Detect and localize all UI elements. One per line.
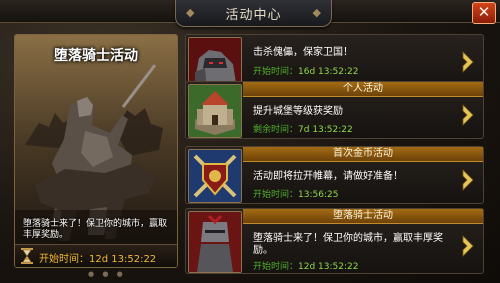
hourglass-icon <box>21 248 33 264</box>
event-text: 堕落骑士来了！保卫你的城市，赢取丰厚奖励。 <box>253 233 443 256</box>
close-button[interactable]: ✕ <box>472 2 496 24</box>
castle-thumbnail <box>188 84 242 138</box>
event-time: 开始时间：12d 13:52:22 <box>253 259 358 272</box>
event-text: 提升城堡等级获奖励 <box>253 106 343 117</box>
event-header: 堕落骑士活动 <box>243 209 483 224</box>
event-header: 首次金币活动 <box>243 147 483 162</box>
event-time-label: 开始时间： <box>253 262 299 272</box>
event-text: 活动即将拉开帷幕，请做好准备！ <box>253 171 403 182</box>
event-time-value: 13:56:25 <box>298 190 339 200</box>
event-text: 击杀傀儡，保家卫国！ <box>253 47 353 58</box>
featured-event-description: 堕落骑士来了！保卫你的城市，赢取丰厚奖励。 <box>23 219 168 240</box>
event-time: 剩余时间：7d 13:52:22 <box>253 122 353 135</box>
title-ornament-right-icon: ◆ <box>312 6 321 19</box>
featured-event-panel[interactable]: 堕落骑士活动 堕落骑士来了！保卫你的城市，赢取丰厚奖励。 开始时间：12d 13… <box>14 34 178 268</box>
event-item-personal[interactable]: 个人活动 提升城堡等级获奖励 剩余时间：7d 13:52:22 <box>185 81 484 139</box>
event-item-fallen-knight[interactable]: 堕落骑士活动 堕落骑士来了！保卫你的城市，赢取丰厚奖励。 开始时间：12d 13… <box>185 208 484 274</box>
featured-event-title: 堕落骑士活动 <box>54 48 138 64</box>
chevron-right-icon[interactable] <box>461 51 475 73</box>
featured-time-label: 开始时间： <box>39 254 89 265</box>
featured-event-time: 开始时间：12d 13:52:22 <box>39 250 156 265</box>
event-item-first-gold[interactable]: 首次金币活动 活动即将拉开帷幕，请做好准备！ 开始时间：13:56:25 <box>185 146 484 204</box>
knight-thumbnail <box>188 211 242 273</box>
chevron-right-icon[interactable] <box>461 104 475 126</box>
featured-time-value: 12d 13:52:22 <box>89 254 157 265</box>
event-time-value: 12d 13:52:22 <box>298 262 359 272</box>
chevron-right-icon[interactable] <box>461 235 475 257</box>
event-time: 开始时间：13:56:25 <box>253 187 338 200</box>
window-title: 活动中心 <box>225 8 282 23</box>
featured-event-footer: 开始时间：12d 13:52:22 <box>15 244 177 267</box>
event-time-label: 剩余时间： <box>253 125 299 135</box>
event-time-label: 开始时间： <box>253 190 299 200</box>
event-time: 开始时间：16d 13:52:22 <box>253 64 358 77</box>
shield-swords-thumbnail <box>188 149 242 203</box>
chevron-right-icon[interactable] <box>461 169 475 191</box>
title-plate: ◆ 活动中心 ◆ <box>175 0 332 27</box>
event-time-value: 7d 13:52:22 <box>298 125 353 135</box>
pager-dots: ● ● ● <box>88 270 126 278</box>
event-time-value: 16d 13:52:22 <box>298 67 359 77</box>
event-time-label: 开始时间： <box>253 67 299 77</box>
event-header: 个人活动 <box>243 82 483 97</box>
